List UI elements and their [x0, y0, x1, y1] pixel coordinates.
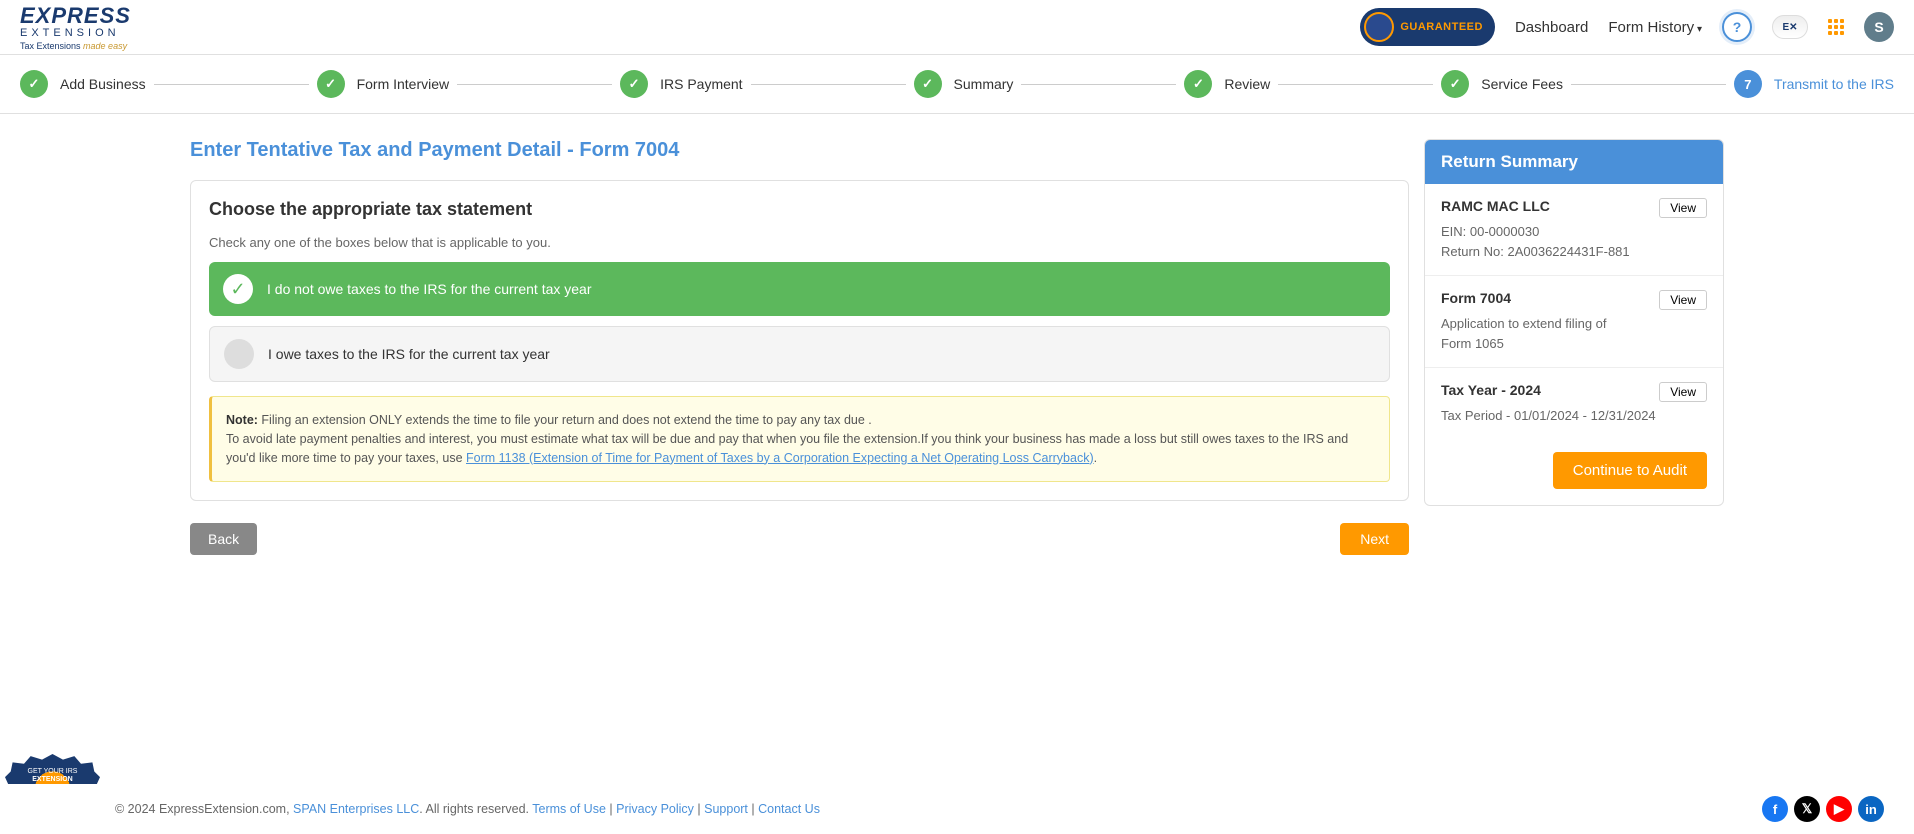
step-summary[interactable]: Summary	[914, 70, 1014, 98]
step-form-interview[interactable]: Form Interview	[317, 70, 450, 98]
step-connector	[751, 84, 906, 85]
sidebar-header: Return Summary	[1425, 140, 1723, 184]
left-column: Enter Tentative Tax and Payment Detail -…	[190, 139, 1409, 555]
step-review[interactable]: Review	[1184, 70, 1270, 98]
next-button[interactable]: Next	[1340, 523, 1409, 555]
guaranteed-badge[interactable]: GUARANTEED	[1360, 8, 1495, 46]
check-icon	[317, 70, 345, 98]
return-summary-panel: Return Summary RAMC MAC LLC View EIN: 00…	[1424, 139, 1724, 506]
instruction-text: Check any one of the boxes below that is…	[209, 235, 1390, 250]
header-right: GUARANTEED Dashboard Form History ? E✕ S	[1360, 8, 1894, 46]
check-icon	[20, 70, 48, 98]
copyright-pre: © 2024 ExpressExtension.com,	[115, 802, 293, 816]
social-icons: f 𝕏 ▶ in	[1762, 796, 1884, 822]
view-business-button[interactable]: View	[1659, 198, 1707, 218]
radio-unchecked-icon	[224, 339, 254, 369]
note-text1: Filing an extension ONLY extends the tim…	[258, 413, 872, 427]
note-label: Note:	[226, 413, 258, 427]
guaranteed-text: GUARANTEED	[1400, 21, 1483, 33]
step-connector	[457, 84, 612, 85]
logo[interactable]: EXPRESS EXTENSION Tax Extensions made ea…	[20, 3, 131, 51]
option-no-owe[interactable]: ✓ I do not owe taxes to the IRS for the …	[209, 262, 1390, 316]
contact-link[interactable]: Contact Us	[758, 802, 820, 816]
logo-tagline: Tax Extensions made easy	[20, 41, 127, 51]
return-no-text: Return No: 2A0036224431F-881	[1441, 242, 1707, 262]
view-year-button[interactable]: View	[1659, 382, 1707, 402]
span-enterprises-link[interactable]: SPAN Enterprises LLC	[293, 802, 419, 816]
step-service-fees[interactable]: Service Fees	[1441, 70, 1563, 98]
summary-year-section: Tax Year - 2024 View Tax Period - 01/01/…	[1425, 368, 1723, 440]
check-icon	[1441, 70, 1469, 98]
guaranteed-seal-icon	[1364, 12, 1394, 42]
privacy-link[interactable]: Privacy Policy	[616, 802, 694, 816]
tax-period: Tax Period - 01/01/2024 - 12/31/2024	[1441, 406, 1707, 426]
step-transmit[interactable]: 7 Transmit to the IRS	[1734, 70, 1894, 98]
step-connector	[1571, 84, 1726, 85]
form-1138-link[interactable]: Form 1138 (Extension of Time for Payment…	[466, 451, 1094, 465]
summary-form-section: Form 7004 View Application to extend fil…	[1425, 276, 1723, 368]
form-name: Form 7004	[1441, 290, 1511, 306]
header: EXPRESS EXTENSION Tax Extensions made ea…	[0, 0, 1914, 55]
apps-grid-icon[interactable]	[1828, 19, 1844, 35]
back-button[interactable]: Back	[190, 523, 257, 555]
form-desc: Application to extend filing of Form 106…	[1441, 314, 1611, 353]
step-add-business[interactable]: Add Business	[20, 70, 146, 98]
note-box: Note: Filing an extension ONLY extends t…	[209, 396, 1390, 482]
support-link[interactable]: Support	[704, 802, 748, 816]
linkedin-icon[interactable]: in	[1858, 796, 1884, 822]
step-connector	[1021, 84, 1176, 85]
option-label: I owe taxes to the IRS for the current t…	[268, 346, 550, 362]
ein-text: EIN: 00-0000030	[1441, 222, 1707, 242]
step-irs-payment[interactable]: IRS Payment	[620, 70, 742, 98]
step-connector	[154, 84, 309, 85]
section-title: Choose the appropriate tax statement	[209, 199, 1390, 220]
company-name: RAMC MAC LLC	[1441, 198, 1550, 214]
nav-dashboard[interactable]: Dashboard	[1515, 19, 1588, 36]
check-icon	[620, 70, 648, 98]
page-title: Enter Tentative Tax and Payment Detail -…	[190, 139, 1409, 162]
avatar[interactable]: S	[1864, 12, 1894, 42]
step-number-icon: 7	[1734, 70, 1762, 98]
facebook-icon[interactable]: f	[1762, 796, 1788, 822]
tax-year: Tax Year - 2024	[1441, 382, 1541, 398]
main-content: Enter Tentative Tax and Payment Detail -…	[0, 114, 1914, 580]
option-label: I do not owe taxes to the IRS for the cu…	[267, 281, 592, 297]
check-icon	[1184, 70, 1212, 98]
radio-checked-icon: ✓	[223, 274, 253, 304]
footer-left: © 2024 ExpressExtension.com, SPAN Enterp…	[115, 802, 820, 816]
nav-form-history[interactable]: Form History	[1608, 19, 1702, 36]
terms-link[interactable]: Terms of Use	[532, 802, 606, 816]
note-after-link: .	[1094, 451, 1097, 465]
logo-main-text: EXPRESS	[20, 3, 131, 29]
footer: © 2024 ExpressExtension.com, SPAN Enterp…	[0, 784, 1914, 834]
twitter-x-icon[interactable]: 𝕏	[1794, 796, 1820, 822]
option-owe[interactable]: I owe taxes to the IRS for the current t…	[209, 326, 1390, 382]
check-icon	[914, 70, 942, 98]
nav-buttons: Back Next	[190, 523, 1409, 555]
copyright-post: . All rights reserved.	[419, 802, 532, 816]
logo-sub-text: EXTENSION	[20, 27, 120, 39]
summary-business-section: RAMC MAC LLC View EIN: 00-0000030 Return…	[1425, 184, 1723, 276]
tax-statement-card: Choose the appropriate tax statement Che…	[190, 180, 1409, 501]
continue-to-audit-button[interactable]: Continue to Audit	[1553, 452, 1707, 489]
step-connector	[1278, 84, 1433, 85]
youtube-icon[interactable]: ▶	[1826, 796, 1852, 822]
help-icon[interactable]: ?	[1722, 12, 1752, 42]
ex-badge-icon[interactable]: E✕	[1772, 15, 1808, 39]
progress-stepper: Add Business Form Interview IRS Payment …	[0, 55, 1914, 114]
view-form-button[interactable]: View	[1659, 290, 1707, 310]
